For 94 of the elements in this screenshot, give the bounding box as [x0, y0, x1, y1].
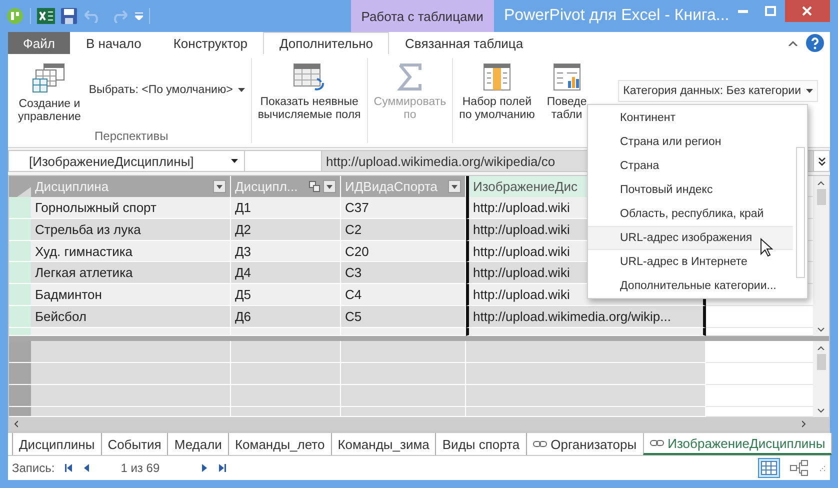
last-icon: [218, 464, 226, 472]
table-cell: С2: [341, 218, 466, 241]
window-title: PowerPivot для Excel - Книга...: [502, 7, 730, 25]
grid-view-icon: [761, 461, 777, 475]
filter-dropdown-icon: [448, 180, 461, 193]
collapse-icon: [788, 40, 798, 46]
perspective-dropdown[interactable]: Выбрать: <По умолчанию>: [86, 82, 247, 98]
first-icon: [64, 464, 72, 472]
filter-dropdown-icon: [213, 180, 226, 193]
row-header[interactable]: [9, 306, 31, 328]
table-cell: С3: [341, 262, 466, 284]
table-cell: Д4: [231, 262, 341, 284]
next-record-button[interactable]: [200, 464, 209, 472]
scroll-right-icon: [802, 420, 807, 428]
diagram-view-button[interactable]: [788, 458, 810, 478]
row-header[interactable]: [9, 284, 31, 306]
sigma-icon: [396, 62, 423, 92]
row-header[interactable]: [9, 341, 31, 363]
record-position: 1 из 69: [120, 461, 160, 475]
menu-item[interactable]: URL-адрес изображения: [588, 226, 793, 250]
table-cell: Худ. гимнастика: [31, 240, 231, 262]
table-cell: С20: [341, 240, 466, 262]
table-cell: Д3: [231, 240, 341, 262]
close-icon: [802, 6, 812, 16]
select-all-corner[interactable]: [9, 176, 31, 197]
link-icon: [532, 440, 547, 448]
table-cell: Бадминтон: [31, 284, 231, 306]
caret-icon: [806, 89, 813, 93]
scrollbar-thumb[interactable]: [816, 354, 826, 370]
row-header[interactable]: [9, 218, 31, 241]
row-header[interactable]: [9, 262, 31, 284]
field-list-icon: [482, 62, 512, 92]
link-icon: [650, 439, 664, 447]
row-header[interactable]: [9, 385, 31, 407]
horizontal-scrollbar[interactable]: [9, 417, 829, 431]
filter-dropdown-icon: [323, 180, 336, 193]
table-cell: Бейсбол: [31, 306, 231, 328]
data-category-dropdown[interactable]: Категория данных: Без категории: [618, 80, 818, 102]
menu-scroll-thumb[interactable]: [796, 147, 804, 278]
scrollbar-thumb[interactable]: [816, 189, 826, 205]
scroll-down-icon: [817, 408, 825, 413]
first-record-button[interactable]: [62, 464, 74, 472]
table-refresh-icon: [293, 62, 326, 92]
scroll-down-icon: [817, 327, 825, 332]
row-header[interactable]: [9, 240, 31, 262]
table-cell: Стрельба из лука: [31, 218, 231, 241]
table-cell: Д2: [231, 218, 341, 241]
table-cell: С5: [341, 306, 466, 328]
record-label: Запись:: [12, 461, 55, 475]
table-cell: С4: [341, 284, 466, 306]
previous-record-button[interactable]: [82, 464, 91, 472]
customize-icon: [135, 12, 143, 20]
table-cell: http://upload.wikimedia.org/wikip...: [466, 306, 706, 328]
maximize-icon: [765, 6, 776, 16]
table-cell: Д1: [231, 196, 341, 219]
ribbon-tab[interactable]: Дополнительно: [263, 32, 390, 54]
scroll-up-icon: [817, 180, 825, 185]
scroll-up-icon: [817, 345, 825, 350]
row-header[interactable]: [9, 407, 31, 417]
manage-perspectives-button[interactable]: Создание и управление: [16, 58, 83, 129]
table-cell: Д5: [231, 284, 341, 306]
save-icon: [61, 8, 77, 24]
corner-triangle-icon: [17, 186, 31, 197]
row-header[interactable]: [9, 363, 31, 385]
default-field-set-button[interactable]: Набор полей по умолчанию: [457, 58, 537, 122]
grid-view-button[interactable]: [758, 458, 780, 478]
context-tab-group: Работа с таблицами: [350, 0, 494, 32]
table-cell: Горнолыжный спорт: [31, 196, 231, 219]
group-label: Перспективы: [94, 129, 170, 143]
row-header[interactable]: [9, 328, 31, 336]
table-cell: Легкая атлетика: [31, 262, 231, 284]
table-chart-icon: [552, 62, 582, 92]
relationship-icon: [309, 180, 320, 192]
table-cell: С37: [341, 196, 466, 219]
tables-icon: [32, 62, 66, 94]
diagram-view-icon: [790, 460, 808, 476]
mouse-pointer-icon: [760, 238, 774, 258]
caret-icon: [238, 88, 245, 92]
app-icon: [6, 7, 24, 25]
scroll-left-icon: [13, 420, 18, 428]
next-icon: [202, 464, 207, 472]
table-cell: Д6: [231, 306, 341, 328]
excel-icon: [37, 8, 55, 24]
menu-item[interactable]: Дополнительные категории...: [588, 274, 793, 298]
table-behavior-button[interactable]: Поведе табли: [544, 58, 589, 122]
row-header[interactable]: [9, 196, 31, 219]
last-record-button[interactable]: [216, 464, 228, 472]
close-button[interactable]: [784, 0, 830, 22]
file-tab[interactable]: Файл: [8, 32, 70, 54]
minimize-icon: [738, 10, 748, 12]
previous-icon: [84, 464, 89, 472]
show-implicit-fields-button[interactable]: Показать неявные вычисляемые поля: [256, 58, 363, 122]
sheet-tab[interactable]: ИзображениеДисциплины: [642, 433, 832, 455]
resize-grip-icon: [818, 464, 826, 472]
